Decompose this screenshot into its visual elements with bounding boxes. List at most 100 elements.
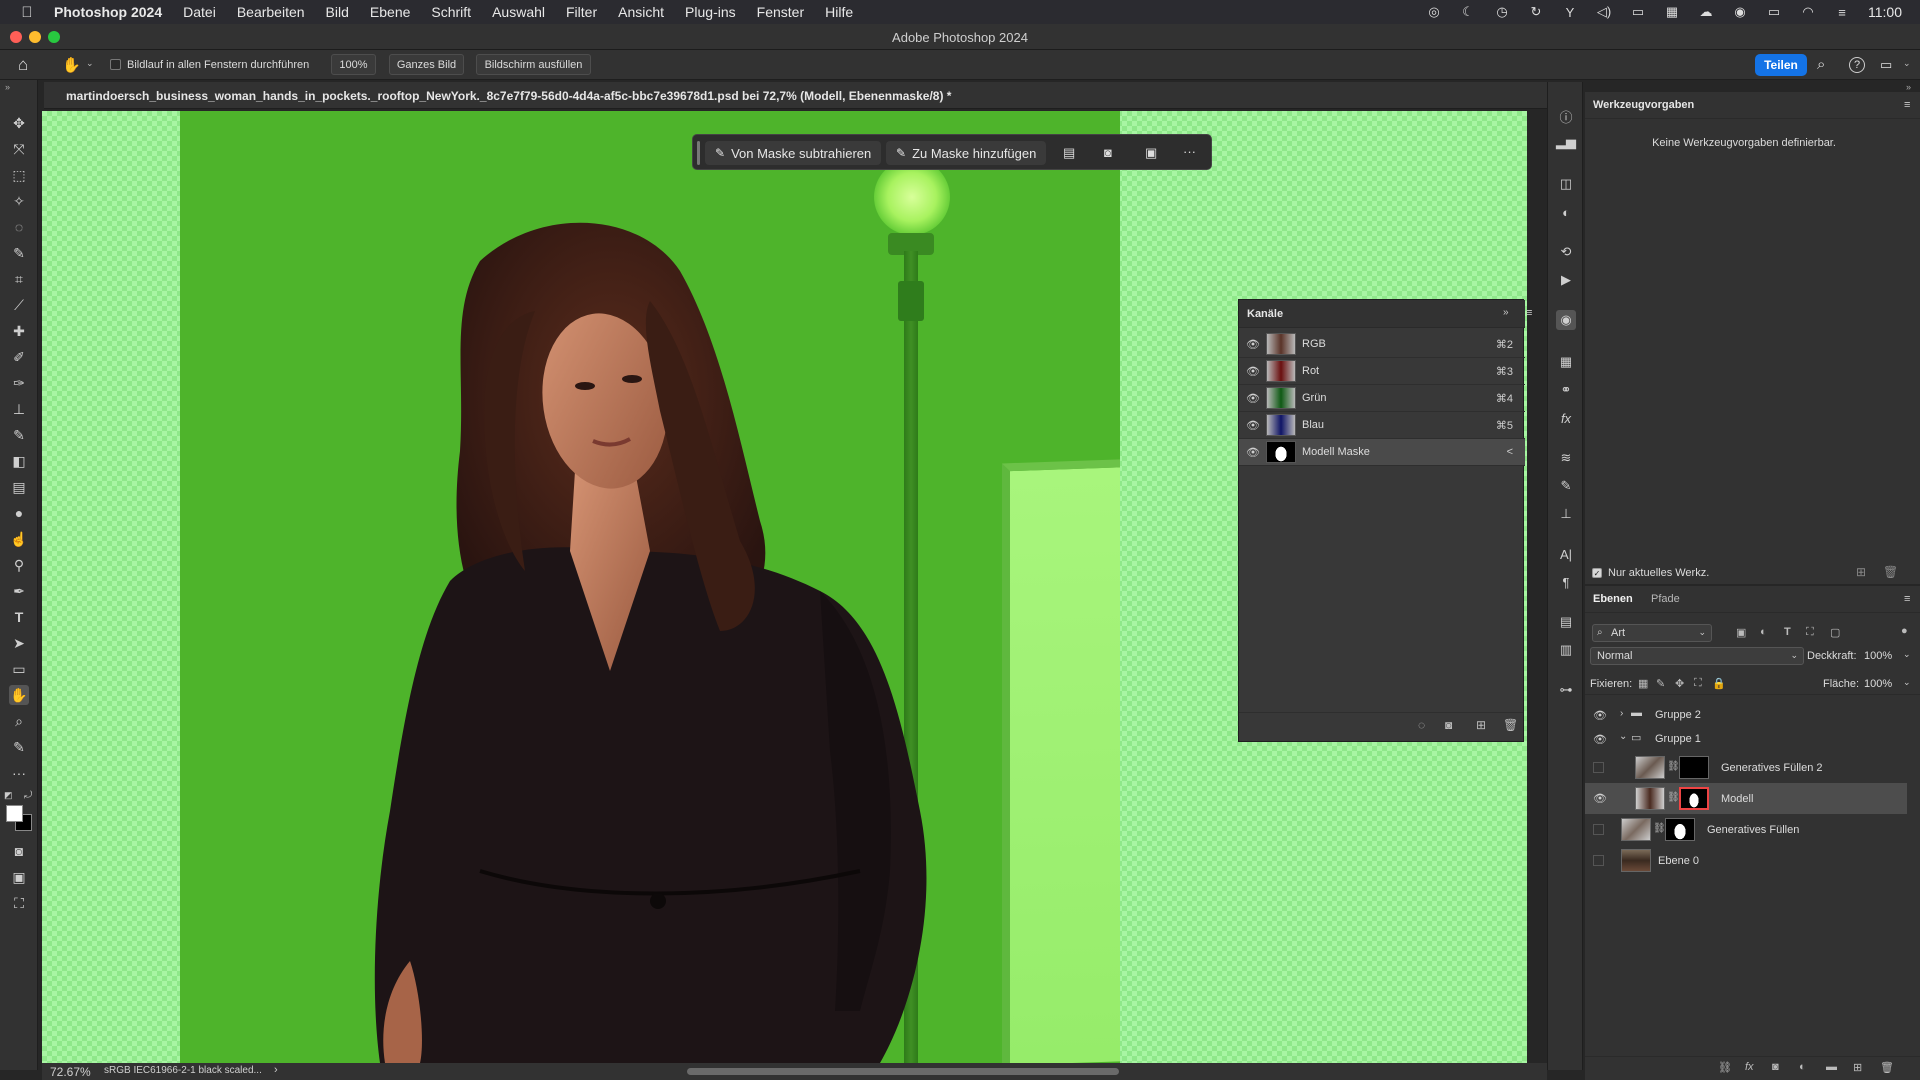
only-current-checkbox[interactable]: ✓	[1592, 568, 1602, 578]
share-button[interactable]: Teilen	[1755, 54, 1807, 76]
clone-source-icon[interactable]: ⊥	[1556, 504, 1576, 524]
channel-row-rot[interactable]: 👁 Rot ⌘3	[1239, 358, 1525, 385]
paragraph-icon[interactable]: ¶	[1556, 572, 1576, 592]
menu-schrift[interactable]: Schrift	[431, 4, 471, 20]
menubar-clock[interactable]: 11:00	[1868, 4, 1902, 20]
channels-panel-title[interactable]: Kanäle	[1247, 308, 1283, 320]
more-tools-icon[interactable]: ···	[9, 763, 29, 783]
generative-icon[interactable]: ⛶	[9, 893, 29, 913]
link-icon[interactable]: ⛓	[1667, 761, 1680, 772]
horizontal-scrollbar[interactable]	[687, 1068, 1119, 1075]
eye-icon[interactable]: 👁	[1593, 792, 1607, 805]
filter-adjust-icon[interactable]: ◐	[1760, 626, 1767, 638]
layers-menu-icon[interactable]: ≡	[1904, 593, 1910, 605]
eye-icon[interactable]: 👁	[1246, 365, 1260, 378]
libraries-icon[interactable]: ◫	[1556, 174, 1576, 194]
3d-icon[interactable]: ⚭	[1556, 380, 1576, 400]
sync-icon[interactable]: ↻	[1528, 4, 1544, 19]
save-selection-icon[interactable]: ◙	[1445, 718, 1452, 732]
blend-mode-select[interactable]: Normal ⌄	[1590, 647, 1804, 665]
fx-icon[interactable]: fx	[1556, 408, 1576, 428]
status-chevron-icon[interactable]: ›	[274, 1064, 278, 1076]
properties-icon[interactable]: ▤	[1556, 612, 1576, 632]
filter-smart-icon[interactable]: ▢	[1830, 626, 1840, 639]
mask-options-icon[interactable]: ▤	[1063, 145, 1075, 161]
zoom-readout[interactable]: 72.67%	[50, 1065, 91, 1079]
eye-icon[interactable]: 👁	[1593, 709, 1607, 722]
hand-tool-preset-icon[interactable]: ✋	[62, 56, 81, 74]
layer-style-icon[interactable]: fx	[1745, 1061, 1754, 1073]
search-icon[interactable]: ⌕	[1817, 56, 1825, 73]
menu-ansicht[interactable]: Ansicht	[618, 4, 664, 20]
scroll-all-checkbox[interactable]	[110, 59, 121, 70]
channel-row-blau[interactable]: 👁 Blau ⌘5	[1239, 412, 1525, 439]
document-tab-title[interactable]: martindoersch_business_woman_hands_in_po…	[66, 89, 951, 103]
quick-mask-icon[interactable]: ◙	[9, 841, 29, 861]
heal-brush-icon[interactable]: ✐	[9, 347, 29, 367]
creative-cloud-icon[interactable]: ◎	[1426, 4, 1442, 19]
time-machine-icon[interactable]: ◷	[1494, 4, 1510, 19]
new-layer-icon[interactable]: ⊞	[1853, 1061, 1862, 1074]
layer-row-ebene-0[interactable]: Ebene 0	[1585, 845, 1907, 876]
filter-shape-icon[interactable]: ⛶	[1806, 626, 1814, 639]
dodge-icon[interactable]: ⚲	[9, 555, 29, 575]
visibility-empty[interactable]	[1593, 762, 1604, 773]
mask-mode-icon[interactable]: ◙	[1104, 145, 1112, 160]
crop-icon[interactable]: ⌗	[9, 269, 29, 289]
layer-row-gruppe-1[interactable]: 👁 ⌄ ▭ Gruppe 1	[1585, 727, 1907, 751]
more-options-icon[interactable]: ···	[1183, 144, 1196, 159]
default-colors-icon[interactable]: ◩	[4, 790, 13, 801]
delete-channel-icon[interactable]: 🗑	[1503, 718, 1518, 732]
color-icon[interactable]: ◐	[1556, 202, 1576, 222]
foreground-color-swatch[interactable]	[6, 805, 23, 822]
moon-icon[interactable]: ☾	[1460, 4, 1476, 19]
menu-bearbeiten[interactable]: Bearbeiten	[237, 4, 305, 20]
layer-row-generatives-fuellen-2[interactable]: ⛓ Generatives Füllen 2	[1585, 752, 1907, 783]
workspace-chevron-icon[interactable]: ⌄	[1903, 58, 1911, 69]
panel-menu-icon[interactable]: ≡	[1526, 307, 1532, 319]
battery-icon[interactable]: ▭	[1766, 4, 1782, 19]
menu-plugins[interactable]: Plug-ins	[685, 4, 736, 20]
layer-row-gruppe-2[interactable]: 👁 › ▬ Gruppe 2	[1585, 703, 1907, 727]
lock-image-icon[interactable]: ✎	[1656, 677, 1665, 690]
menu-bild[interactable]: Bild	[326, 4, 349, 20]
notes-icon[interactable]: ▥	[1556, 640, 1576, 660]
object-select-icon[interactable]: ✧	[9, 191, 29, 211]
layer-row-generatives-fuellen[interactable]: ⛓ Generatives Füllen	[1585, 814, 1907, 845]
load-selection-icon[interactable]: ◌	[1418, 718, 1425, 732]
path-select-icon[interactable]: ➤	[9, 633, 29, 653]
move-tool-icon[interactable]: ✥	[9, 113, 29, 133]
workspace-icon[interactable]: ▭	[1880, 57, 1892, 73]
toggle-icon[interactable]: ◉	[1732, 4, 1748, 19]
lock-artboard-icon[interactable]: ⛶	[1694, 677, 1702, 690]
eye-icon[interactable]: 👁	[1246, 392, 1260, 405]
fill-value[interactable]: 100%	[1864, 678, 1892, 690]
cloud-icon[interactable]: ☁	[1698, 4, 1714, 19]
opacity-chevron-icon[interactable]: ⌄	[1903, 649, 1911, 660]
swatches-icon[interactable]: ▦	[1556, 352, 1576, 372]
link-layers-icon[interactable]: ⛓	[1718, 1061, 1732, 1074]
menu-datei[interactable]: Datei	[183, 4, 216, 20]
layer-row-modell[interactable]: 👁 ⛓ Modell	[1585, 783, 1907, 814]
artboard-tool-icon[interactable]: ⤧	[9, 139, 29, 159]
calendar-icon[interactable]: ▦	[1664, 4, 1680, 19]
opacity-value[interactable]: 100%	[1864, 650, 1892, 662]
filter-type-icon[interactable]: T	[1784, 626, 1791, 638]
lock-transparent-icon[interactable]: ▦	[1638, 677, 1648, 690]
channel-row-rgb[interactable]: 👁 RGB ⌘2	[1239, 331, 1525, 358]
smudge-icon[interactable]: ☝	[9, 529, 29, 549]
eye-icon[interactable]: 👁	[1246, 446, 1260, 459]
visibility-empty[interactable]	[1593, 824, 1604, 835]
menu-fenster[interactable]: Fenster	[757, 4, 804, 20]
tab-pfade[interactable]: Pfade	[1651, 586, 1680, 612]
swap-colors-icon[interactable]: ⤾	[24, 790, 32, 801]
layer-filter-select[interactable]: ⌕ Art ⌄	[1592, 624, 1712, 642]
volume-icon[interactable]: ◁)	[1596, 4, 1612, 19]
antenna-icon[interactable]: Y	[1562, 5, 1578, 20]
eraser-icon[interactable]: ◧	[9, 451, 29, 471]
color-profile[interactable]: sRGB IEC61966-2-1 black scaled...	[104, 1065, 262, 1076]
invert-mask-icon[interactable]: ▣	[1145, 145, 1157, 161]
filter-pixel-icon[interactable]: ▣	[1736, 626, 1746, 639]
character-icon[interactable]: A|	[1556, 544, 1576, 564]
presets-menu-icon[interactable]: ≡	[1904, 99, 1910, 111]
